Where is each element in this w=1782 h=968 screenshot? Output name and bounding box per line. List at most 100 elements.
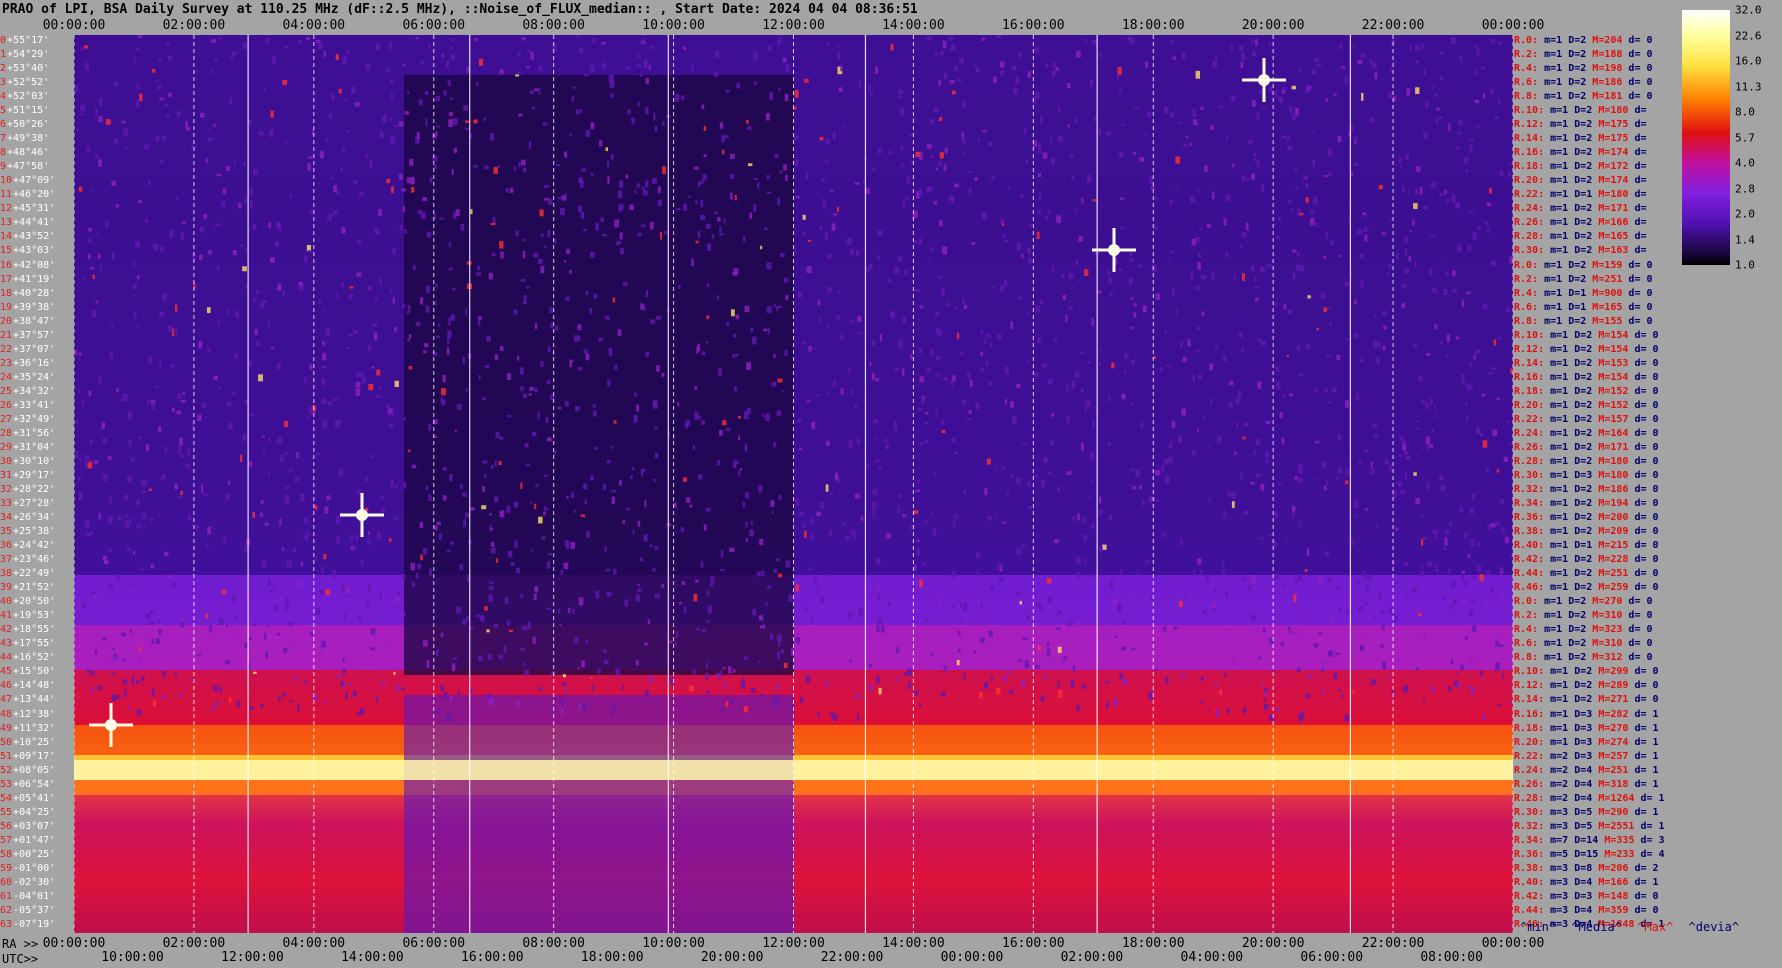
heatmap-speck (1394, 615, 1398, 622)
heatmap-speck (1338, 254, 1341, 257)
heatmap-speck (1256, 112, 1260, 120)
heatmap-speck (463, 519, 467, 527)
heatmap-speck (980, 603, 983, 608)
heatmap-speck (880, 625, 885, 633)
declination-label: 5+51°15' (0, 105, 49, 116)
heatmap-speck (87, 238, 91, 243)
heatmap-speck (1000, 70, 1005, 76)
stats-cell: m=1 (1550, 413, 1575, 425)
heatmap-speck (1500, 566, 1504, 572)
stats-cell: M=153 (1598, 357, 1635, 369)
heatmap-speck (717, 217, 721, 222)
heatmap-speck (282, 692, 286, 697)
heatmap-speck (1496, 397, 1500, 401)
heatmap-speck (470, 209, 473, 215)
heatmap-speck (354, 102, 360, 107)
heatmap-speck (641, 468, 646, 473)
heatmap-speck (1250, 615, 1256, 621)
row-number: 22 (0, 343, 13, 355)
heatmap-speck (184, 464, 188, 468)
heatmap-speck (88, 390, 92, 397)
declination-value: +44°41' (13, 217, 56, 229)
heatmap-speck (1276, 235, 1281, 240)
heatmap-speck (1472, 231, 1478, 240)
heatmap-speck (872, 509, 875, 518)
heatmap-speck (649, 46, 654, 50)
heatmap-speck (1436, 415, 1439, 419)
stats-cell: R.12: (1514, 680, 1551, 692)
heatmap-speck (1204, 165, 1208, 173)
heatmap-speck (379, 592, 382, 600)
declination-value: -01°00' (13, 862, 56, 874)
heatmap-speck (320, 151, 324, 159)
heatmap-speck (553, 238, 557, 245)
heatmap-speck (1074, 207, 1077, 215)
heatmap-speck (259, 303, 264, 309)
heatmap-speck (327, 401, 332, 406)
heatmap-speck (1244, 411, 1247, 415)
heatmap-speck (1296, 251, 1300, 258)
heatmap-speck (1380, 644, 1384, 649)
heatmap-speck (918, 318, 921, 323)
declination-label: 32+28°22' (0, 484, 55, 495)
heatmap-speck (1497, 337, 1502, 340)
heatmap-speck (84, 45, 88, 49)
heatmap-speck (819, 318, 822, 322)
heatmap-speck (697, 181, 701, 187)
stats-row: R.12: m=1 D=2 M=154 d= 0 (1514, 344, 1659, 355)
heatmap-speck (1186, 135, 1189, 139)
heatmap-speck (578, 597, 584, 606)
heatmap-speck (879, 334, 883, 342)
heatmap-speck (766, 306, 772, 314)
stats-cell: R.42: (1514, 890, 1551, 902)
heatmap-speck (1277, 483, 1282, 486)
stats-row: R.40: m=3 D=4 M=166 d= 1 (1514, 877, 1659, 888)
heatmap-speck (1258, 338, 1262, 343)
heatmap-speck (1073, 118, 1077, 124)
heatmap-speck (1353, 504, 1358, 508)
declination-value: +51°15' (7, 105, 50, 117)
heatmap-speck (1080, 388, 1085, 393)
heatmap-speck (534, 322, 538, 330)
stats-cell: d= 0 (1634, 413, 1659, 425)
declination-label: 2+53°40' (0, 63, 49, 74)
heatmap-speck (495, 558, 499, 563)
heatmap-speck (1340, 694, 1344, 698)
heatmap-speck (919, 441, 924, 446)
colorbar-tick: 1.0 (1735, 258, 1755, 272)
heatmap-speck (232, 51, 237, 55)
heatmap-speck (113, 82, 118, 87)
heatmap-speck (1211, 272, 1215, 280)
heatmap-speck (498, 461, 502, 466)
heatmap-speck (633, 414, 638, 423)
heatmap-speck (1431, 428, 1434, 433)
heatmap-speck (583, 228, 587, 231)
heatmap-speck (173, 673, 178, 677)
heatmap-speck (553, 450, 557, 456)
heatmap-speck (1468, 384, 1473, 390)
heatmap-speck (140, 566, 143, 571)
heatmap-speck (307, 250, 313, 253)
heatmap-speck (488, 586, 494, 591)
declination-value: +28°22' (13, 484, 56, 495)
stats-cell: D=2 (1568, 77, 1593, 89)
stats-cell: M=180 (1598, 105, 1635, 117)
stats-cell: m=1 (1550, 568, 1575, 580)
heatmap-speck (440, 632, 444, 638)
heatmap-speck (1387, 91, 1392, 99)
heatmap-speck (1265, 420, 1271, 424)
heatmap-speck (1240, 472, 1243, 480)
heatmap-speck (1231, 657, 1235, 666)
heatmap-speck (266, 625, 270, 628)
heatmap-speck (1509, 701, 1512, 706)
heatmap-speck (508, 629, 513, 633)
row-number: 49 (0, 722, 13, 734)
colorbar-tick: 16.0 (1735, 54, 1762, 68)
heatmap-speck (1404, 154, 1410, 161)
heatmap-speck (645, 289, 649, 298)
heatmap-speck (817, 299, 821, 306)
heatmap-speck (448, 111, 453, 117)
heatmap-speck (93, 459, 99, 465)
heatmap-speck (408, 365, 413, 370)
heatmap-speck (203, 214, 208, 219)
